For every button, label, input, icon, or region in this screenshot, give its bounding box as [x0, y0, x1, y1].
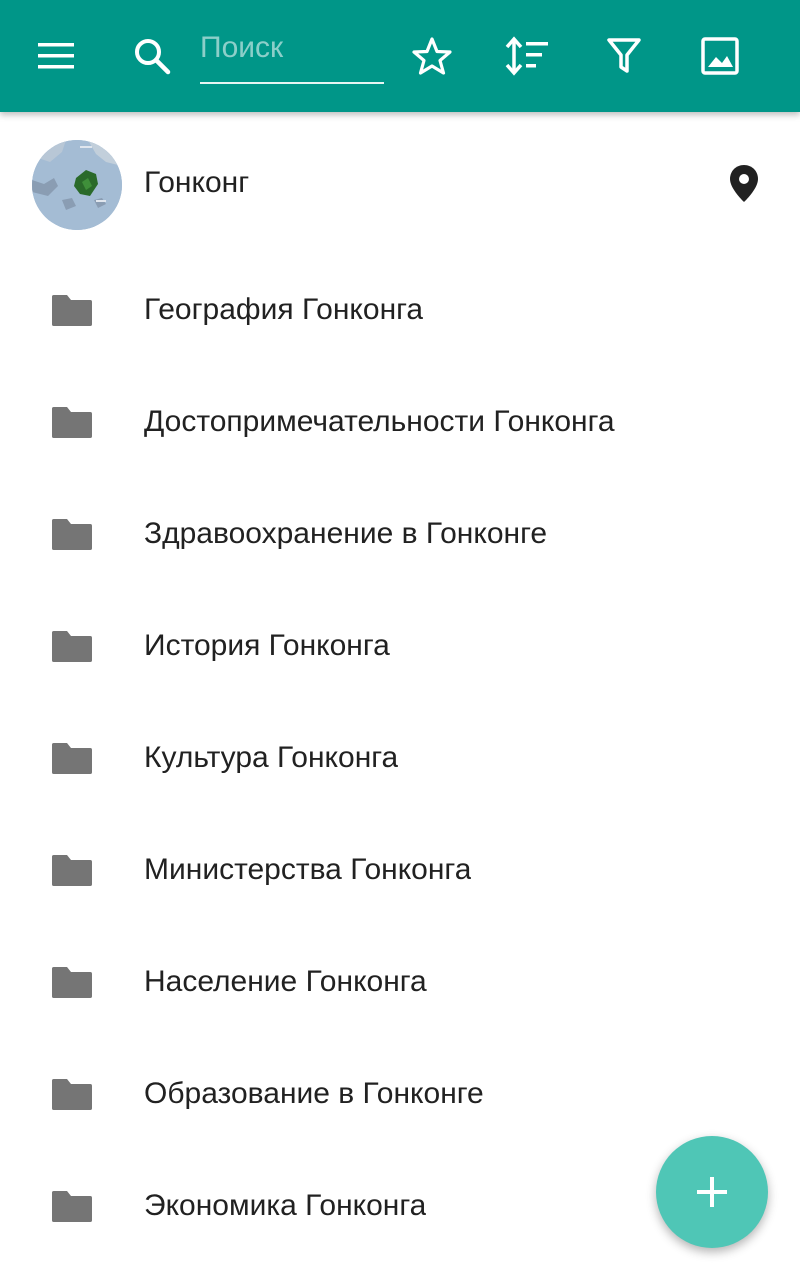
list-item-label: Образование в Гонконге: [144, 1077, 484, 1110]
folder-icon: [52, 407, 92, 438]
search-field: [200, 24, 384, 84]
category-list: Гонконг География Гонконга Достопримечат…: [0, 112, 800, 1262]
list-item[interactable]: Культура Гонконга: [0, 702, 800, 814]
list-item[interactable]: География Гонконга: [0, 254, 800, 366]
map-thumbnail: [32, 140, 122, 230]
list-item[interactable]: Население Гонконга: [0, 926, 800, 1038]
list-item-label: Население Гонконга: [144, 965, 427, 998]
menu-icon: [38, 43, 74, 69]
add-button[interactable]: [656, 1136, 768, 1248]
sort-button[interactable]: [497, 26, 557, 86]
star-icon: [412, 37, 452, 75]
image-icon: [701, 37, 739, 75]
list-item[interactable]: История Гонконга: [0, 590, 800, 702]
sort-icon: [505, 36, 548, 76]
folder-icon: [52, 743, 92, 774]
list-item-label: Культура Гонконга: [144, 741, 399, 774]
item-title: Гонконг: [144, 166, 250, 199]
folder-icon: [52, 631, 92, 662]
folder-icon: [52, 519, 92, 550]
folder-icon: [52, 967, 92, 998]
list-item[interactable]: Образование в Гонконге: [0, 1038, 800, 1150]
app-bar: [0, 0, 800, 112]
list-item[interactable]: Министерства Гонконга: [0, 814, 800, 926]
folder-icon: [52, 1079, 92, 1110]
image-button[interactable]: [690, 26, 750, 86]
list-item-label: География Гонконга: [144, 293, 424, 326]
folder-icon: [52, 295, 92, 326]
filter-button[interactable]: [594, 26, 654, 86]
list-item-label: Здравоохранение в Гонконге: [144, 517, 548, 550]
list-item-label: История Гонконга: [144, 629, 390, 662]
list-item-label: Достопримечательности Гонконга: [144, 405, 615, 438]
add-icon: [697, 1177, 727, 1207]
menu-button[interactable]: [26, 26, 86, 86]
search-button[interactable]: [122, 26, 182, 86]
folder-icon: [52, 1191, 92, 1222]
filter-icon: [607, 38, 641, 73]
list-item[interactable]: Достопримечательности Гонконга: [0, 366, 800, 478]
folder-icon: [52, 855, 92, 886]
list-item-label: Экономика Гонконга: [144, 1189, 427, 1222]
list-item[interactable]: Здравоохранение в Гонконге: [0, 478, 800, 590]
list-item-label: Министерства Гонконга: [144, 853, 472, 886]
location-pin-button[interactable]: [726, 163, 762, 203]
search-input[interactable]: [200, 24, 384, 72]
location-pin-icon: [730, 165, 758, 202]
list-item-header[interactable]: Гонконг: [0, 112, 800, 254]
search-icon: [135, 39, 171, 75]
favorites-button[interactable]: [402, 26, 462, 86]
